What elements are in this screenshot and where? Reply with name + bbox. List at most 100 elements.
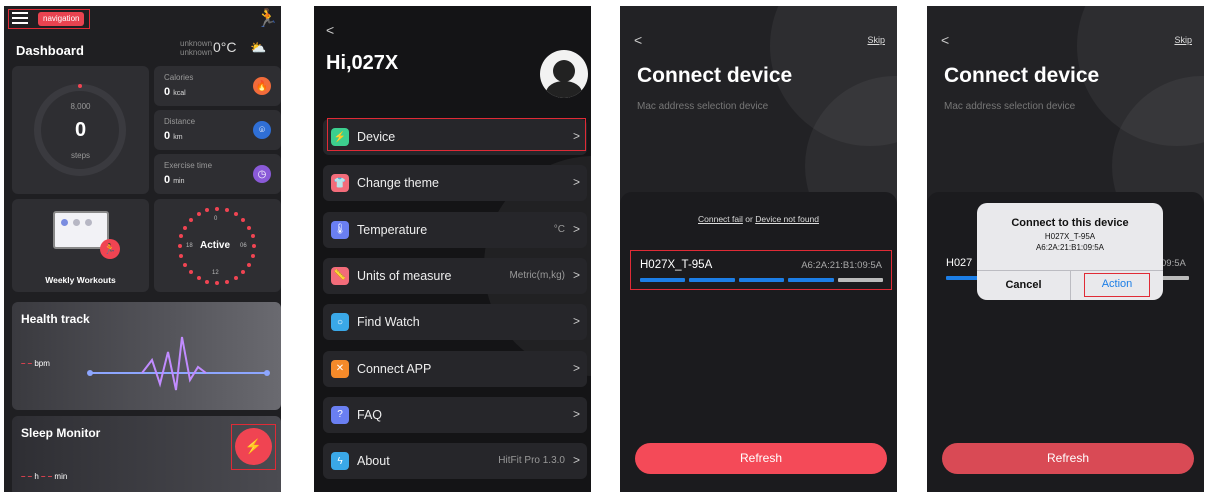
weather-cloud-icon: ⛅ [250, 40, 267, 55]
chevron-right-icon: > [572, 267, 580, 282]
distance-card[interactable]: Distance 0 km ⌾ [154, 110, 281, 150]
bpm-unit: bpm [34, 359, 50, 368]
menu-item-value: °C [553, 223, 565, 235]
steps-value: 0 [74, 119, 87, 141]
ruler-icon: 📏 [331, 266, 349, 285]
active-ring-dot [188, 217, 193, 222]
timer-icon: ◷ [253, 165, 271, 183]
connect-icon: ✕ [331, 359, 349, 378]
device-name: H027X_T-95A [640, 259, 713, 271]
active-ring-dot [224, 208, 229, 213]
menu-item-change-theme[interactable]: 👕 Change theme > [323, 165, 587, 202]
weather-status: unknown unknown [180, 39, 212, 57]
device-not-found-link[interactable]: Device not found [755, 214, 819, 224]
runner-icon[interactable]: 🏃 [256, 8, 278, 29]
sleep-hours-dashes: – – [21, 472, 33, 481]
shirt-icon: 👕 [331, 174, 349, 193]
menu-item-label: Units of measure [357, 268, 452, 283]
menu-item-label: Temperature [357, 222, 428, 237]
menu-item-find-watch[interactable]: ○ Find Watch > [323, 304, 587, 341]
menu-item-about[interactable]: ϟ About HitFit Pro 1.3.0 > [323, 443, 587, 480]
weather-status-line-1: unknown [180, 39, 213, 48]
clock-label-0: 0 [214, 216, 218, 222]
exercise-unit: min [173, 178, 185, 185]
highlight-box-device [327, 118, 586, 151]
device-list-item[interactable]: H027X_T-95A A6:2A:21:B1:09:5A [630, 250, 892, 290]
search-icon: ○ [331, 313, 349, 332]
active-ring-dot [250, 253, 255, 258]
active-ring-dot [250, 234, 255, 239]
lightning-icon: ϟ [331, 452, 349, 471]
clock-label-06: 06 [240, 243, 247, 249]
calories-card[interactable]: Calories 0 kcal 🔥 [154, 66, 281, 106]
bpm-dashes: – – [21, 359, 33, 368]
dialog-title: Connect to this device [1011, 217, 1129, 229]
cancel-button[interactable]: Cancel [977, 270, 1070, 300]
or-text: or [745, 214, 753, 224]
dialog-device-mac: A6:2A:21:B1:09:5A [1035, 243, 1105, 252]
active-ring-dot [241, 270, 246, 275]
flame-icon: 🔥 [253, 77, 271, 95]
chevron-right-icon: > [572, 453, 580, 468]
heartbeat-wave-icon [87, 336, 270, 391]
health-track-card[interactable]: Health track – – bpm [12, 302, 281, 410]
hamburger-menu-icon[interactable] [12, 12, 28, 24]
skip-link[interactable]: Skip [867, 35, 885, 45]
weekly-workouts-label: Weekly Workouts [45, 275, 116, 285]
steps-card[interactable]: 8,000 0 steps [12, 66, 149, 194]
active-ring-dot [247, 225, 252, 230]
clock-label-18: 18 [186, 243, 193, 249]
active-ring-dot [215, 281, 219, 285]
active-ring-dot [179, 253, 184, 258]
menu-item-value: HitFit Pro 1.3.0 [498, 455, 565, 467]
sleep-monitor-title: Sleep Monitor [21, 426, 101, 440]
action-button[interactable]: Action [1084, 273, 1150, 297]
health-track-title: Health track [21, 312, 90, 326]
steps-goal: 8,000 [70, 102, 91, 111]
active-ring-dot [233, 276, 238, 281]
connect-fail-link[interactable]: Connect fail [698, 214, 743, 224]
page-subtitle: Mac address selection device [944, 101, 1076, 112]
active-ring-dot [247, 262, 252, 267]
back-button[interactable]: < [326, 22, 334, 38]
refresh-button[interactable]: Refresh [942, 443, 1194, 474]
steps-label: steps [70, 151, 91, 160]
active-ring-dot [241, 217, 246, 222]
navigation-badge[interactable]: navigation [38, 12, 85, 26]
back-button[interactable]: < [634, 32, 642, 48]
calories-unit: kcal [173, 90, 186, 97]
sleep-minutes-dashes: – – [41, 472, 53, 481]
active-card[interactable]: 0 18 06 12 Active [154, 199, 281, 292]
chevron-right-icon: > [572, 175, 580, 190]
thermometer-icon: 🌡 [331, 220, 349, 239]
menu-item-temperature[interactable]: 🌡 Temperature °C > [323, 211, 587, 248]
menu-item-connect-app[interactable]: ✕ Connect APP > [323, 350, 587, 387]
exercise-label: Exercise time [164, 161, 213, 170]
active-ring-dot [205, 208, 210, 213]
exercise-card[interactable]: Exercise time 0 min ◷ [154, 154, 281, 194]
weekly-workouts-card[interactable]: 🏃 Weekly Workouts [12, 199, 149, 292]
device-fab-button[interactable]: ⚡ [235, 428, 272, 465]
refresh-button[interactable]: Refresh [635, 443, 887, 474]
device-mac: A6:2A:21:B1:09:5A [801, 260, 882, 271]
connect-device-dialog-screen: < Skip Connect device Mac address select… [927, 6, 1204, 492]
menu-item-faq[interactable]: ? FAQ > [323, 396, 587, 433]
location-pin-icon: ⌾ [253, 121, 271, 139]
menu-item-units-of-measure[interactable]: 📏 Units of measure Metric(m,kg) > [323, 257, 587, 294]
menu-item-label: FAQ [357, 407, 383, 422]
page-subtitle: Mac address selection device [637, 101, 769, 112]
calories-value: 0 [164, 86, 171, 98]
clock-label-12: 12 [212, 270, 219, 276]
active-ring-dot [224, 279, 229, 284]
dialog-device-name: H027X_T-95A [1044, 232, 1096, 241]
steps-ring-marker [78, 84, 82, 88]
device-mac: 09:5A [1161, 258, 1186, 269]
question-icon: ? [331, 405, 349, 424]
active-label: Active [200, 240, 231, 251]
avatar[interactable] [540, 50, 588, 98]
active-ring-dot [233, 211, 238, 216]
back-button[interactable]: < [941, 32, 949, 48]
skip-link[interactable]: Skip [1174, 35, 1192, 45]
page-title: Dashboard [16, 43, 84, 58]
sleep-hours-unit: h [34, 472, 39, 481]
